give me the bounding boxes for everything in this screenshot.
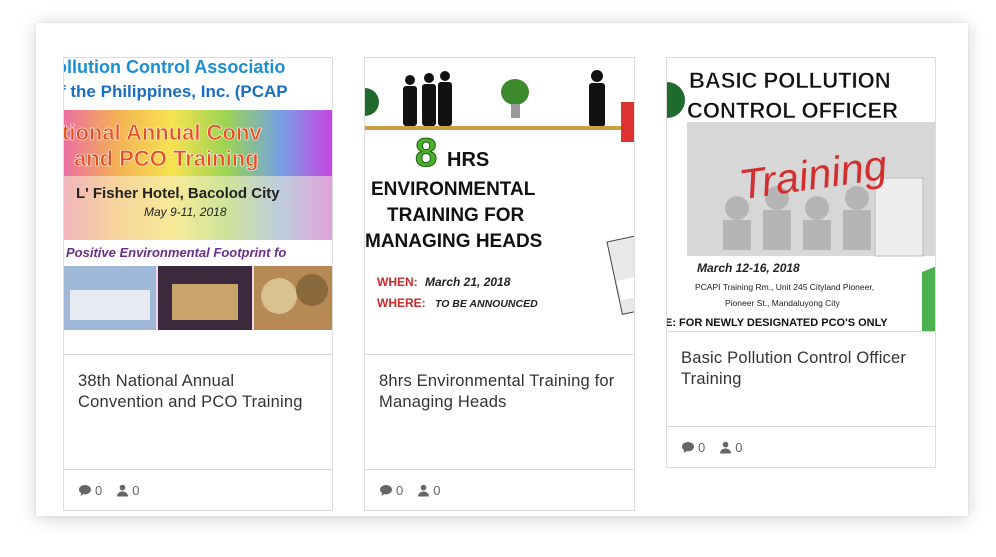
comment-count[interactable]: 0 [379, 483, 403, 498]
image-text: ENVIRONMENTAL [371, 179, 536, 200]
image-text: tional Annual Conv [64, 120, 262, 145]
attendee-count[interactable]: 0 [116, 483, 139, 498]
image-text: HRS [447, 149, 489, 171]
attendee-count[interactable]: 0 [719, 440, 742, 455]
image-text: Positive Environmental Footprint fo [66, 245, 286, 260]
comment-count-value: 0 [95, 482, 103, 498]
image-text: TO BE ANNOUNCED [435, 298, 538, 310]
comment-icon [380, 484, 392, 496]
event-image[interactable]: 8 HRS ENVIRONMENTAL TRAINING FOR MANAGIN… [365, 58, 634, 331]
events-panel: ollution Control Associatio f the Philip… [36, 23, 968, 516]
image-text: and PCO Training [74, 146, 259, 171]
image-text: MANAGING HEADS [365, 231, 542, 252]
image-text: March 12-16, 2018 [697, 261, 800, 275]
event-image[interactable]: ollution Control Associatio f the Philip… [64, 58, 332, 330]
comment-count-value: 0 [396, 482, 404, 498]
image-text: L' Fisher Hotel, Bacolod City [76, 185, 280, 202]
image-text: March 21, 2018 [425, 275, 511, 289]
card-body: 38th National Annual Convention and PCO … [63, 354, 333, 470]
image-text: May 9-11, 2018 [144, 205, 227, 219]
image-text: WHERE: [377, 296, 426, 310]
attendee-count-value: 0 [735, 439, 743, 455]
card-body: Basic Pollution Control Officer Training [666, 331, 936, 427]
attendee-count-value: 0 [433, 482, 441, 498]
image-text: 8 [415, 131, 437, 175]
user-icon [720, 441, 732, 453]
image-text: WHEN: [377, 275, 418, 289]
image-text: PCAPI Training Rm., Unit 245 Cityland Pi… [695, 282, 874, 292]
event-card[interactable]: BASIC POLLUTION CONTROL OFFICER Training… [666, 57, 936, 468]
image-text: E: FOR NEWLY DESIGNATED PCO'S ONLY [667, 317, 888, 329]
user-icon [117, 484, 129, 496]
event-card[interactable]: 8 HRS ENVIRONMENTAL TRAINING FOR MANAGIN… [364, 57, 635, 511]
image-text: CONTROL OFFICER [687, 98, 898, 123]
card-footer: 0 0 [666, 426, 936, 468]
event-title[interactable]: 38th National Annual Convention and PCO … [78, 371, 318, 413]
card-footer: 0 0 [63, 469, 333, 511]
comment-icon [79, 484, 91, 496]
image-text: TRAINING FOR [387, 205, 524, 226]
image-text: ollution Control Associatio [64, 58, 285, 77]
image-text: BASIC POLLUTION [689, 68, 891, 93]
image-text: Pioneer St., Mandaluyong City [725, 298, 841, 308]
card-body: 8hrs Environmental Training for Managing… [364, 354, 635, 470]
card-footer: 0 0 [364, 469, 635, 511]
event-title[interactable]: Basic Pollution Control Officer Training [681, 348, 921, 390]
comment-count[interactable]: 0 [681, 440, 705, 455]
attendee-count-value: 0 [132, 482, 140, 498]
attendee-count[interactable]: 0 [417, 483, 440, 498]
event-image[interactable]: BASIC POLLUTION CONTROL OFFICER Training… [667, 58, 935, 331]
comment-icon [682, 441, 694, 453]
comment-count[interactable]: 0 [78, 483, 102, 498]
comment-count-value: 0 [698, 439, 706, 455]
image-text: f the Philippines, Inc. (PCAP [64, 82, 288, 101]
user-icon [418, 484, 430, 496]
event-title[interactable]: 8hrs Environmental Training for Managing… [379, 371, 620, 413]
event-card[interactable]: ollution Control Associatio f the Philip… [63, 57, 333, 511]
